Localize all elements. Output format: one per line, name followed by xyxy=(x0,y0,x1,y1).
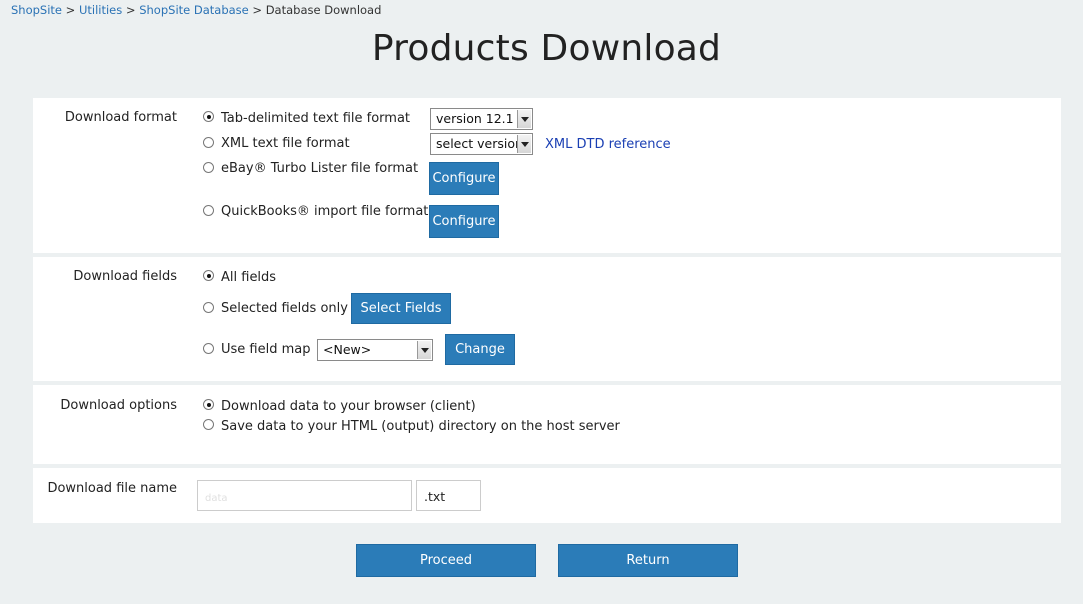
option-server-label: Save data to your HTML (output) director… xyxy=(221,419,620,434)
download-fields-label: Download fields xyxy=(73,269,177,284)
fields-all-radio[interactable] xyxy=(203,270,214,281)
breadcrumb-shopsite[interactable]: ShopSite xyxy=(11,3,62,17)
fields-map-radio[interactable] xyxy=(203,343,214,354)
page-title: Products Download xyxy=(371,28,722,69)
breadcrumb-utilities[interactable]: Utilities xyxy=(79,3,122,17)
filename-placeholder: data xyxy=(205,493,228,504)
format-xml-radio[interactable] xyxy=(203,137,214,148)
filename-extension: .txt xyxy=(416,480,481,511)
download-fields-section: Download fields All fields Selected fiel… xyxy=(33,257,1061,381)
select-fields-button[interactable]: Select Fields xyxy=(351,293,451,324)
field-map-value: <New> xyxy=(323,342,372,357)
proceed-button[interactable]: Proceed xyxy=(356,544,536,577)
download-filename-label: Download file name xyxy=(47,481,177,496)
breadcrumb-separator: > xyxy=(125,3,136,17)
fields-all-label: All fields xyxy=(221,270,277,285)
return-button[interactable]: Return xyxy=(558,544,738,577)
option-browser-label: Download data to your browser (client) xyxy=(221,399,476,414)
chevron-down-icon xyxy=(517,135,531,153)
xml-dtd-reference-link[interactable]: XML DTD reference xyxy=(545,137,671,152)
format-ebay-radio[interactable] xyxy=(203,162,214,173)
download-format-section: Download format Tab-delimited text file … xyxy=(33,98,1061,253)
download-filename-section: Download file name data .txt xyxy=(33,468,1061,523)
tab-version-value: version 12.1 xyxy=(436,111,514,126)
option-browser-radio[interactable] xyxy=(203,399,214,410)
format-tab-label: Tab-delimited text file format xyxy=(221,111,411,126)
download-options-section: Download options Download data to your b… xyxy=(33,385,1061,464)
breadcrumb-separator: > xyxy=(252,3,263,17)
fields-selected-label: Selected fields only xyxy=(221,301,348,316)
breadcrumb-separator: > xyxy=(65,3,76,17)
format-tab-radio[interactable] xyxy=(203,111,214,122)
configure-quickbooks-button[interactable]: Configure xyxy=(429,205,499,238)
xml-version-value: select version xyxy=(436,136,523,151)
format-quickbooks-radio[interactable] xyxy=(203,205,214,216)
change-field-map-button[interactable]: Change xyxy=(445,334,515,365)
chevron-down-icon xyxy=(517,110,531,128)
filename-input[interactable]: data xyxy=(197,480,412,511)
fields-map-label: Use field map xyxy=(221,342,311,357)
chevron-down-icon xyxy=(417,341,431,359)
format-quickbooks-label: QuickBooks® import file format xyxy=(221,204,429,219)
fields-selected-radio[interactable] xyxy=(203,302,214,313)
format-xml-label: XML text file format xyxy=(221,136,350,151)
breadcrumb-shopsite-database[interactable]: ShopSite Database xyxy=(139,3,249,17)
xml-version-select[interactable]: select version xyxy=(430,133,533,155)
field-map-select[interactable]: <New> xyxy=(317,339,433,361)
format-ebay-label: eBay® Turbo Lister file format xyxy=(221,161,419,176)
breadcrumb-current: Database Download xyxy=(265,3,382,17)
breadcrumb: ShopSite > Utilities > ShopSite Database… xyxy=(11,3,381,17)
configure-ebay-button[interactable]: Configure xyxy=(429,162,499,195)
tab-version-select[interactable]: version 12.1 xyxy=(430,108,533,130)
download-options-label: Download options xyxy=(60,398,177,413)
download-format-label: Download format xyxy=(64,110,177,125)
option-server-radio[interactable] xyxy=(203,419,214,430)
